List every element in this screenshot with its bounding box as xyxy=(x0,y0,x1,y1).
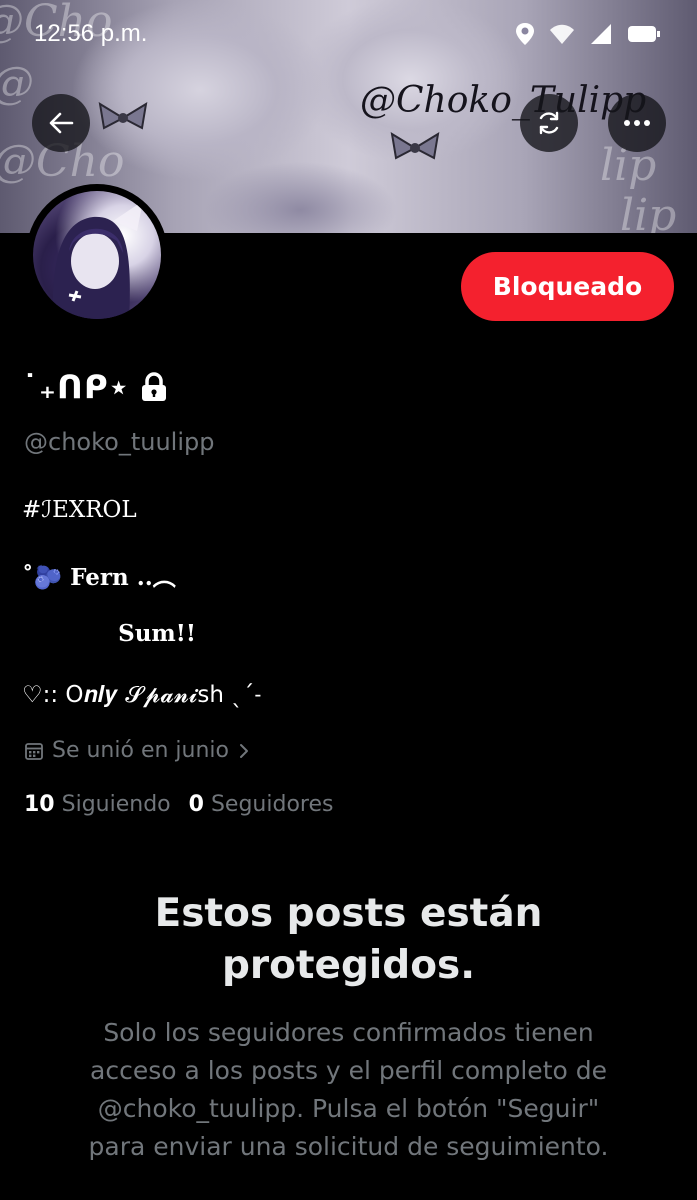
followers-link[interactable]: 0 Seguidores xyxy=(189,792,334,817)
bio-line: ˚🫐 Fern ..︵ xyxy=(22,564,176,591)
following-link[interactable]: 10 Siguiendo xyxy=(24,792,171,817)
wifi-icon xyxy=(550,24,574,44)
chevron-right-icon xyxy=(240,743,248,758)
more-horizontal-icon xyxy=(624,120,650,126)
refresh-icon xyxy=(539,111,559,135)
joined-label: Se unió en junio xyxy=(52,738,229,763)
bio-line: ♡:: O𝒏𝒍𝒚 𝓢𝓹𝓪𝓷𝓲sh ˎˊ˗ xyxy=(22,682,262,708)
bio-line: Sum!! xyxy=(22,620,196,647)
status-bar: 12:56 p.m. xyxy=(0,18,697,58)
avatar-image xyxy=(33,191,161,319)
refresh-button[interactable] xyxy=(520,94,578,152)
avatar-illustration xyxy=(52,201,143,319)
following-count: 10 xyxy=(24,792,55,817)
arrow-left-icon xyxy=(49,112,74,134)
ribbon-bow-image xyxy=(390,132,440,160)
status-time: 12:56 p.m. xyxy=(34,20,148,47)
protected-title: Estos posts están protegidos. xyxy=(0,888,697,992)
protected-description-line: @choko_tuulipp. Pulsa el botón "Seguir" xyxy=(97,1094,600,1123)
bio-line: #ℐEXROL xyxy=(22,497,137,523)
follow-stats: 10 Siguiendo 0 Seguidores xyxy=(24,792,333,817)
lock-icon xyxy=(141,372,166,401)
profile-handle: @choko_tuulipp xyxy=(24,428,215,456)
signal-icon xyxy=(591,24,611,44)
display-name: ˙₊ᑎᑭ⋆ xyxy=(22,368,130,406)
following-label: Siguiendo xyxy=(61,792,171,817)
battery-icon xyxy=(628,26,660,42)
joined-date[interactable]: Se unió en junio xyxy=(24,738,251,763)
ribbon-bow-image xyxy=(98,102,148,130)
banner-watermark: @Choko_Tulipp xyxy=(360,80,647,121)
followers-label: Seguidores xyxy=(210,792,334,817)
back-button[interactable] xyxy=(32,94,90,152)
location-icon xyxy=(516,23,534,45)
followers-count: 0 xyxy=(188,792,204,817)
profile-name-row: ˙₊ᑎᑭ⋆ xyxy=(22,368,168,406)
blocked-button[interactable]: Bloqueado xyxy=(461,252,674,321)
more-options-button[interactable] xyxy=(608,94,666,152)
protected-title-line: Estos posts están xyxy=(154,891,543,936)
avatar[interactable] xyxy=(26,184,168,326)
banner-pattern-text: @ xyxy=(0,58,34,109)
protected-description-line: acceso a los posts y el perfil completo … xyxy=(90,1056,607,1085)
protected-description-line: Solo los seguidores confirmados tienen xyxy=(103,1018,594,1047)
status-icons xyxy=(515,22,661,46)
protected-title-line: protegidos. xyxy=(221,943,476,988)
banner-pattern-text: lip xyxy=(620,190,677,233)
protected-description-line: para enviar una solicitud de seguimiento… xyxy=(88,1132,609,1161)
protected-description: Solo los seguidores confirmados tienen a… xyxy=(60,1014,637,1166)
calendar-icon xyxy=(25,742,43,760)
